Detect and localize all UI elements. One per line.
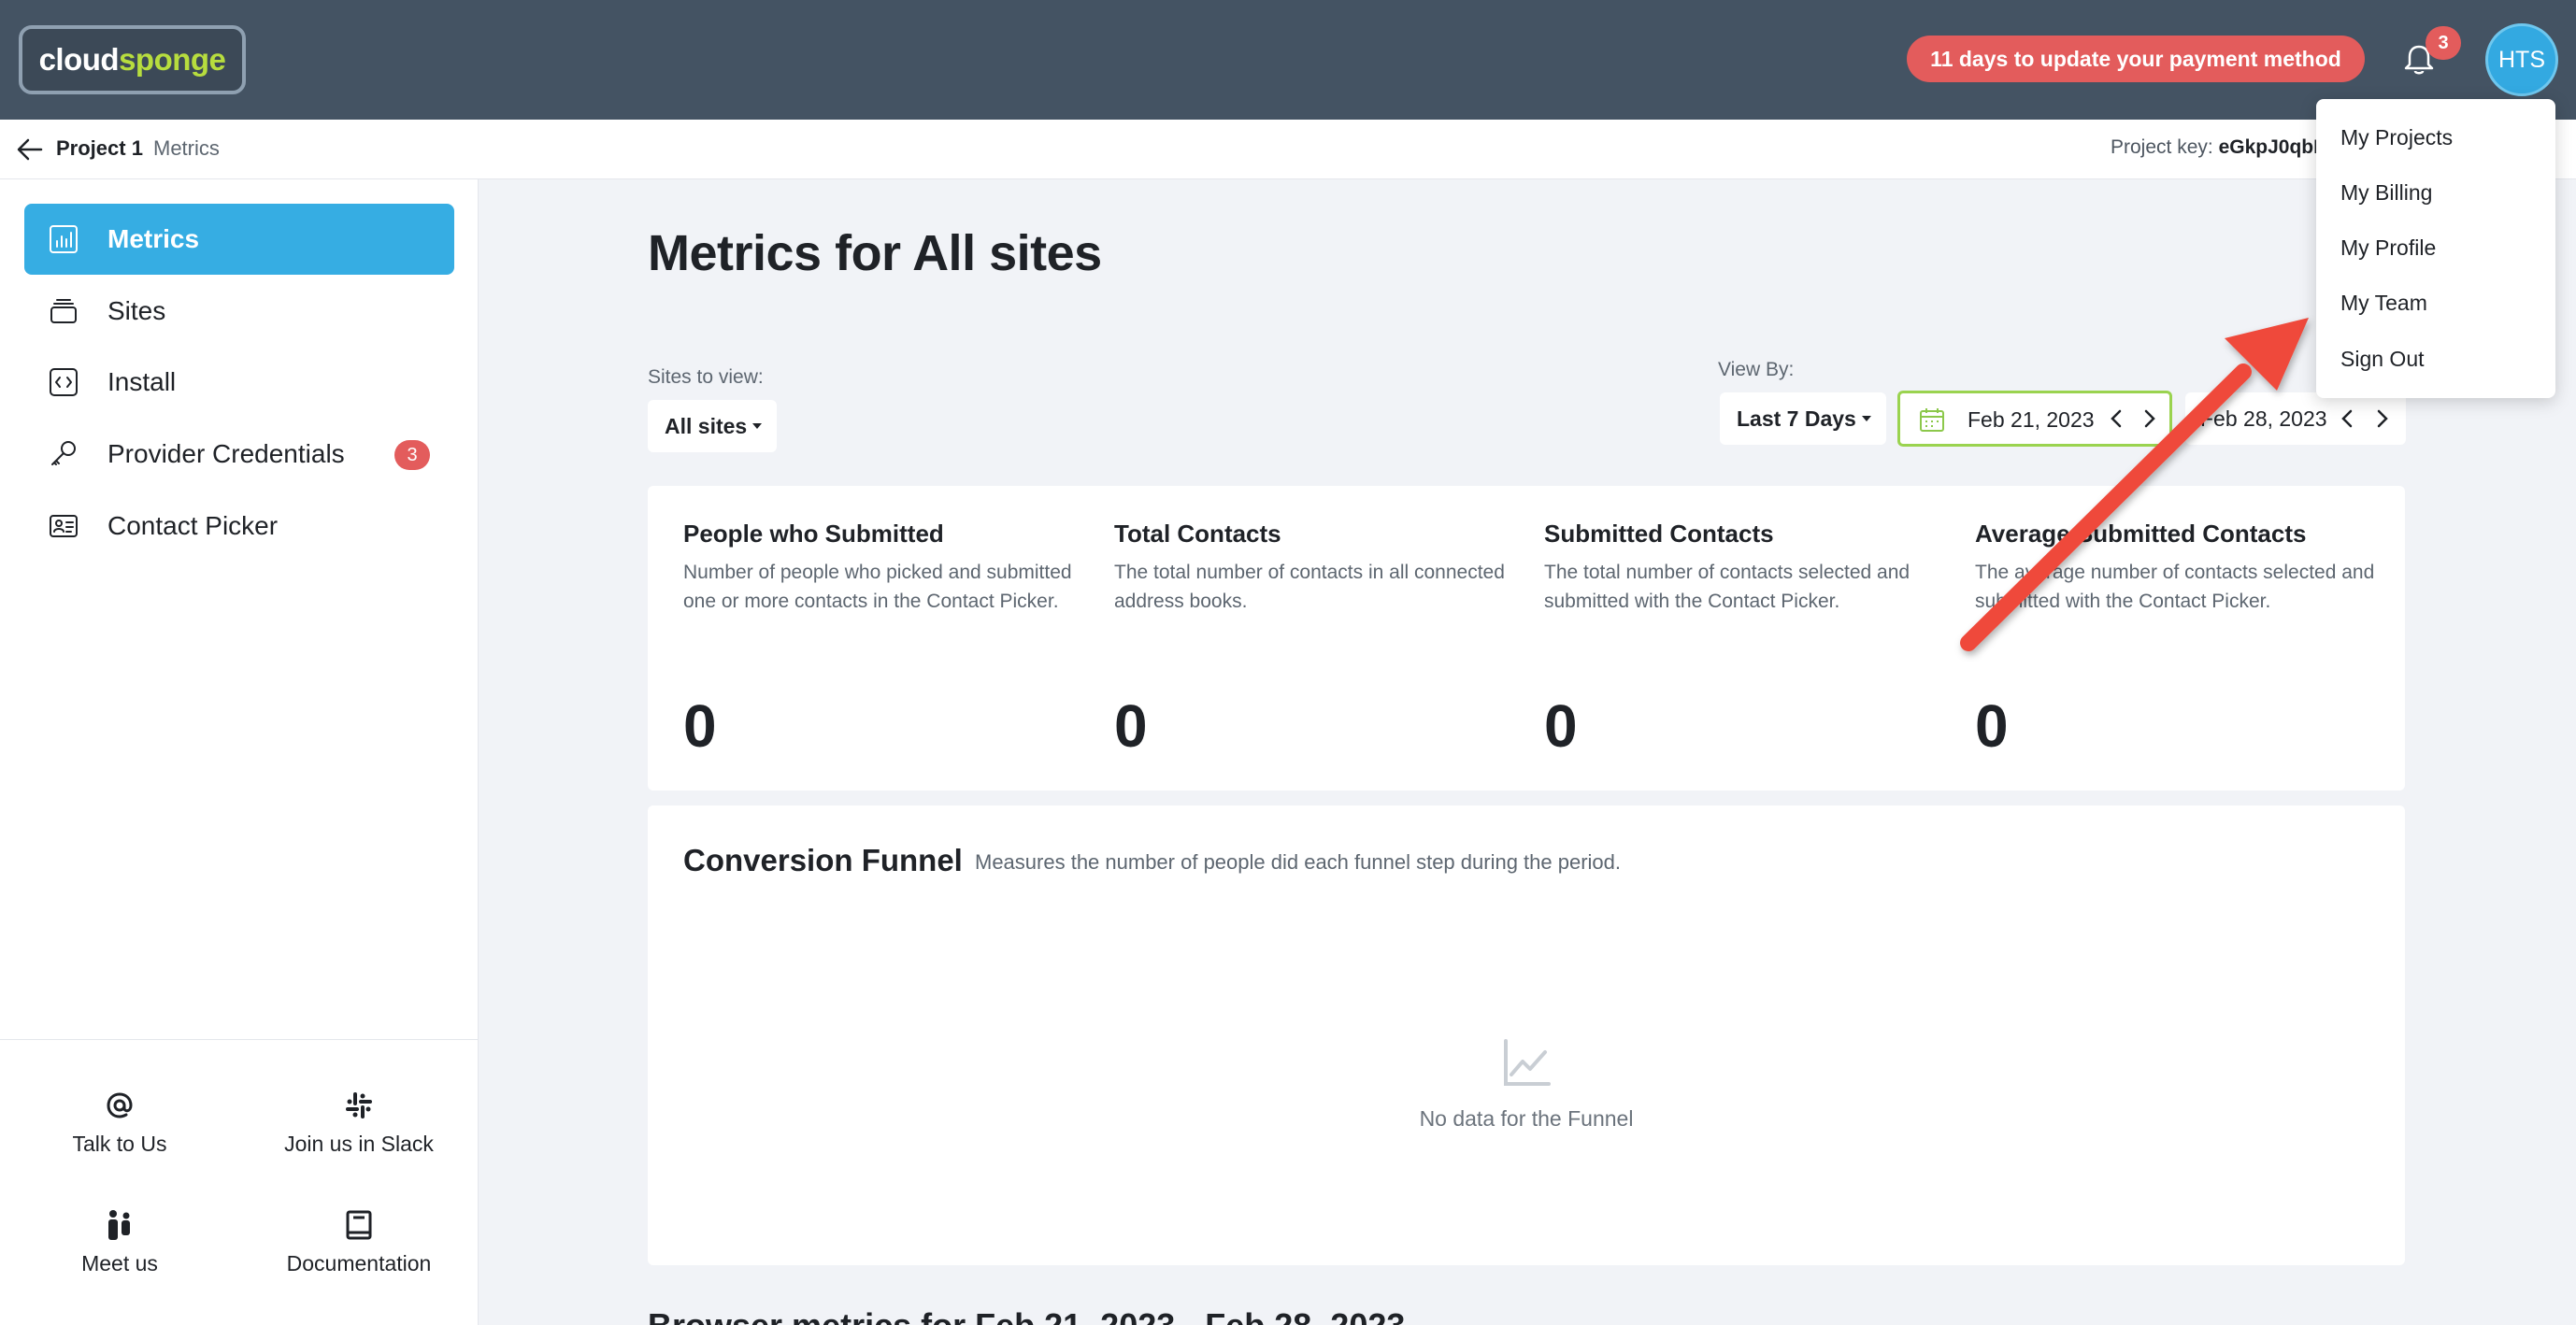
metric-description: The total number of contacts in all conn… [1114,562,1505,612]
footer-label: Join us in Slack [284,1132,434,1156]
funnel-description: Measures the number of people did each f… [975,850,1622,874]
breadcrumb-page: Metrics [153,136,220,160]
metric-value: 0 [683,692,717,760]
metric-description: The total number of contacts selected an… [1544,562,1911,612]
menu-item-my-profile[interactable]: My Profile [2340,235,2436,261]
date-to-value: Feb 28, 2023 [2200,406,2327,431]
key-icon [51,441,76,465]
payment-notice-button[interactable]: 11 days to update your payment method [1907,36,2365,82]
funnel-empty-message: No data for the Funnel [1419,1106,1634,1131]
credentials-count-badge: 3 [394,440,430,470]
breadcrumb-project[interactable]: Project 1 [56,136,143,161]
footer-label: Meet us [81,1251,158,1275]
project-key-value[interactable]: eGkpJ0qbI [2219,136,2319,158]
sidebar-item-label: Metrics [107,224,200,253]
view-by-value: Last 7 Days [1737,406,1856,431]
chevron-left-icon[interactable] [2108,408,2125,429]
sidebar-item-label: Provider Credentials [107,439,345,468]
section-heading: Browser metrics for Feb 21, 2023 - Feb 2… [648,1306,1405,1325]
logo-text-sponge: sponge [119,42,226,77]
at-icon [107,1092,133,1118]
meet-us-link[interactable]: Meet us [0,1208,239,1276]
metric-total-contacts: Total Contacts The total number of conta… [1114,520,1525,616]
top-bar: cloud sponge 11 days to update your payme… [0,0,2576,120]
chevron-left-icon[interactable] [2339,408,2355,429]
metric-title: Average Submitted Contacts [1975,520,2307,548]
sidebar-item-install[interactable]: Install [24,347,454,418]
menu-item-my-billing[interactable]: My Billing [2340,180,2432,206]
caret-down-icon [752,423,763,429]
back-arrow-icon[interactable] [17,137,43,162]
menu-item-my-projects[interactable]: My Projects [2340,125,2453,150]
metric-title: Total Contacts [1114,520,1281,548]
sidebar-item-contact-picker[interactable]: Contact Picker [24,491,454,562]
sites-select-value: All sites [665,413,748,438]
caret-down-icon [1861,416,1871,421]
metric-average-submitted: Average Submitted Contacts The average n… [1975,520,2386,616]
metric-value: 0 [1975,692,2009,760]
user-avatar-button[interactable]: HTS [2485,23,2558,96]
date-to-picker[interactable]: Feb 28, 2023 [2185,392,2406,445]
view-by-label: View By: [1718,359,1795,380]
code-icon [50,368,78,396]
view-by-select[interactable]: Last 7 Days [1720,392,1886,445]
id-card-icon [50,515,78,537]
slack-icon [346,1092,372,1118]
sidebar: Metrics Sites Install Provider Credentia… [0,179,479,1325]
talk-to-us-link[interactable]: Talk to Us [0,1089,239,1157]
metric-description: The average number of contacts selected … [1975,562,2375,612]
join-slack-link[interactable]: Join us in Slack [239,1089,479,1157]
sidebar-item-metrics[interactable]: Metrics [24,204,454,275]
metric-title: Submitted Contacts [1544,520,1774,548]
sites-to-view-label: Sites to view: [648,366,764,388]
bar-chart-icon [50,225,78,253]
stack-icon [50,299,77,323]
menu-item-sign-out[interactable]: Sign Out [2340,347,2425,372]
metric-value: 0 [1114,692,1148,760]
footer-label: Documentation [286,1251,432,1275]
notification-count-badge: 3 [2426,26,2461,60]
metric-title: People who Submitted [683,520,944,548]
chevron-right-icon[interactable] [2141,408,2158,429]
project-key: Project key: eGkpJ0qbI [2111,136,2319,159]
date-from-picker[interactable]: Feb 21, 2023 [1897,391,2172,447]
sidebar-item-label: Sites [107,296,166,325]
metric-submitted-contacts: Submitted Contacts The total number of c… [1544,520,1955,616]
user-dropdown-menu: My Projects My Billing My Profile My Tea… [2316,99,2555,398]
metrics-summary-card: People who Submitted Number of people wh… [648,486,2405,791]
metric-people-submitted: People who Submitted Number of people wh… [683,520,1095,616]
sidebar-footer: Talk to Us Join us in Slack Meet us Docu… [0,1039,479,1325]
sites-select[interactable]: All sites [648,400,777,452]
people-icon [108,1210,130,1240]
chevron-right-icon[interactable] [2374,408,2391,429]
sidebar-item-label: Contact Picker [107,511,279,540]
page-title: Metrics for All sites [648,225,1102,281]
logo-text-cloud: cloud [38,42,120,77]
calendar-icon [1920,408,1944,432]
book-icon [346,1210,372,1240]
menu-item-my-team[interactable]: My Team [2340,291,2427,316]
line-chart-icon [1504,1039,1551,1086]
documentation-link[interactable]: Documentation [239,1208,479,1276]
metric-description: Number of people who picked and submitte… [683,562,1072,612]
conversion-funnel-card: Conversion Funnel Measures the number of… [648,805,2405,1265]
cloudsponge-logo[interactable]: cloud sponge [19,25,246,94]
project-key-label: Project key: [2111,136,2213,158]
metric-value: 0 [1544,692,1578,760]
sidebar-item-label: Install [107,367,177,396]
sidebar-item-sites[interactable]: Sites [24,276,454,347]
funnel-title: Conversion Funnel [683,843,963,877]
sidebar-item-provider-credentials[interactable]: Provider Credentials 3 [24,419,454,490]
footer-label: Talk to Us [72,1132,167,1156]
breadcrumb-bar: Project 1 Metrics Project key: eGkpJ0qbI [0,120,2576,179]
date-from-value: Feb 21, 2023 [1968,407,2095,432]
